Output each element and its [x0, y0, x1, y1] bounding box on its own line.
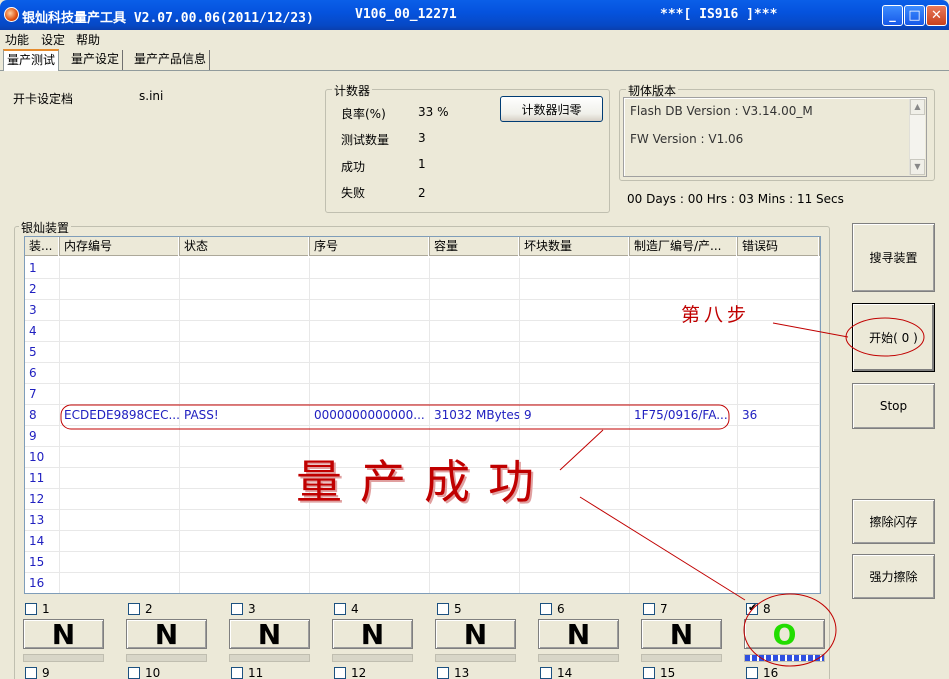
step8-annotation: 第八步	[681, 304, 751, 326]
success-arrow-up	[559, 429, 604, 471]
annotation-overlay	[60, 317, 925, 667]
success-annotation: 量产成功	[296, 455, 552, 509]
port8-highlight	[743, 593, 837, 667]
start-highlight	[845, 317, 925, 357]
success-arrow-down	[579, 496, 746, 601]
row8-highlight	[60, 404, 730, 430]
step8-arrow	[772, 322, 849, 338]
app-window: 银灿科技量产工具 V2.07.00.06(2011/12/23) V106_00…	[0, 0, 949, 679]
